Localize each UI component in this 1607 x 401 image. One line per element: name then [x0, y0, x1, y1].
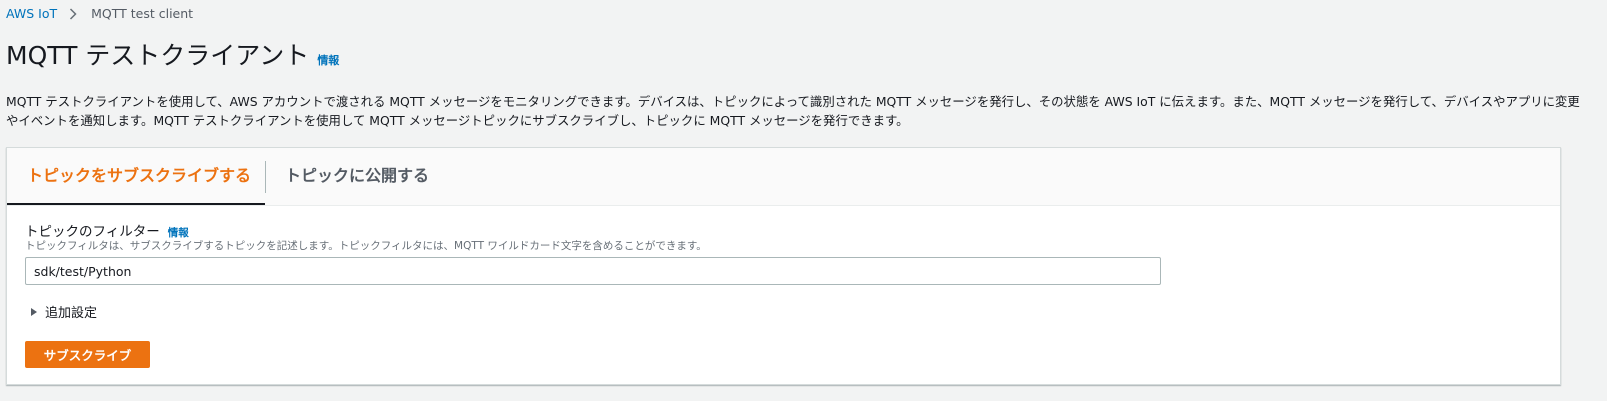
caret-right-icon	[31, 307, 37, 316]
breadcrumb: AWS IoT MQTT test client	[6, 6, 193, 22]
page-title: MQTT テストクライアント	[6, 41, 310, 70]
mqtt-client-panel: トピックをサブスクライブする トピックに公開する トピックのフィルター 情報 ト…	[6, 147, 1561, 385]
tab-subscribe-topic[interactable]: トピックをサブスクライブする	[7, 148, 265, 205]
breadcrumb-aws-iot-link[interactable]: AWS IoT	[6, 6, 57, 22]
additional-settings-label: 追加設定	[45, 306, 98, 321]
page-description: MQTT テストクライアントを使用して、AWS アカウントで渡される MQTT …	[6, 92, 1606, 130]
additional-settings-expander[interactable]: 追加設定	[31, 302, 97, 321]
topic-filter-label: トピックのフィルター	[25, 224, 160, 240]
topic-filter-label-row: トピックのフィルター 情報	[25, 220, 189, 240]
breadcrumb-current: MQTT test client	[91, 6, 194, 21]
tab-bar: トピックをサブスクライブする トピックに公開する	[7, 148, 1560, 206]
topic-filter-input[interactable]	[25, 257, 1161, 285]
page-description-line-2: やイベントを通知します。MQTT テストクライアントを使用して MQTT メッセ…	[6, 113, 909, 128]
page-description-line-1: MQTT テストクライアントを使用して、AWS アカウントで渡される MQTT …	[6, 94, 1580, 109]
tab-publish-topic[interactable]: トピックに公開する	[285, 148, 429, 205]
page-info-link[interactable]: 情報	[317, 52, 339, 68]
page-header: MQTT テストクライアント 情報	[6, 36, 339, 72]
topic-filter-description: トピックフィルタは、サブスクライブするトピックを記述します。トピックフィルタには…	[25, 240, 707, 252]
chevron-right-icon	[69, 6, 79, 22]
subscribe-button[interactable]: サブスクライブ	[25, 341, 150, 368]
tab-divider	[265, 161, 266, 193]
